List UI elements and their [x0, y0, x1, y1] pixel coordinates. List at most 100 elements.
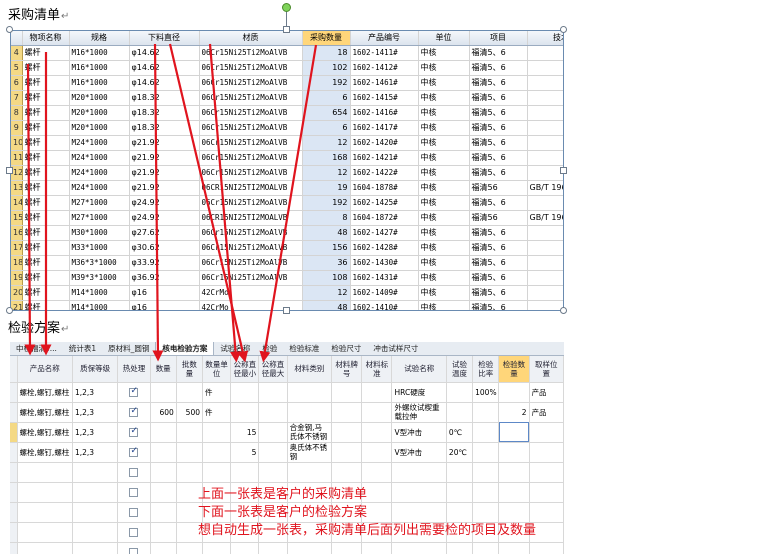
table-cell[interactable] [230, 402, 260, 423]
table-cell[interactable]: M20*1000 [69, 105, 130, 121]
table-cell[interactable] [287, 542, 333, 554]
table-cell[interactable]: 1602-1410# [350, 300, 419, 310]
table-cell[interactable]: 中核 [418, 210, 470, 226]
table-cell[interactable]: 5 [230, 442, 260, 463]
table-cell[interactable] [529, 462, 564, 483]
table-cell[interactable] [331, 442, 363, 463]
table-cell[interactable] [117, 402, 151, 423]
column-header[interactable]: 产品编号 [350, 31, 419, 46]
column-header[interactable]: 公称直径最小 [230, 356, 260, 383]
column-header[interactable]: 热处理 [117, 356, 151, 383]
table-cell[interactable]: 螺杆 [22, 105, 70, 121]
row-number[interactable]: 20 [11, 285, 23, 301]
table-cell[interactable]: 06Cr15Ni25Ti2MoAlVB [199, 120, 303, 136]
table-cell[interactable]: 福清5、6 [469, 270, 528, 286]
table-cell[interactable] [472, 462, 500, 483]
column-header[interactable]: 产品名称 [17, 356, 73, 383]
table-cell[interactable]: φ27.62 [129, 225, 200, 241]
table-cell[interactable]: 螺杆 [22, 240, 70, 256]
table-cell[interactable]: 福清5、6 [469, 120, 528, 136]
table-cell[interactable]: 156 [302, 240, 351, 256]
table-cell[interactable]: M20*1000 [69, 120, 130, 136]
column-header[interactable]: 检验比率 [472, 356, 500, 383]
table-cell[interactable]: V型冲击 [391, 422, 447, 443]
table-cell[interactable] [527, 45, 563, 61]
table-cell[interactable]: 12 [302, 285, 351, 301]
sheet-tab[interactable]: 试验名称 [214, 342, 256, 355]
table-cell[interactable] [391, 542, 447, 554]
table-cell[interactable] [150, 382, 177, 403]
table-cell[interactable]: 06Cr15Ni25Ti2MoAlVB [199, 270, 303, 286]
table-cell[interactable] [527, 135, 563, 151]
table-cell[interactable] [176, 442, 204, 463]
table-cell[interactable] [527, 300, 563, 310]
table-cell[interactable]: 06Cr15Ni25Ti2MoAlVB [199, 225, 303, 241]
table-cell[interactable] [498, 422, 530, 443]
table-cell[interactable] [230, 382, 260, 403]
table-cell[interactable]: 螺栓,螺钉,螺柱 [17, 402, 73, 423]
table-cell[interactable] [258, 442, 288, 463]
column-header[interactable]: 下料直径 [129, 31, 200, 46]
table-cell[interactable] [331, 382, 363, 403]
table-cell[interactable]: 螺杆 [22, 180, 70, 196]
table-cell[interactable] [150, 462, 177, 483]
table-cell[interactable] [527, 105, 563, 121]
table-cell[interactable] [230, 462, 260, 483]
rotate-handle[interactable] [282, 3, 291, 12]
table-cell[interactable]: 中核 [418, 300, 470, 310]
row-number[interactable]: 10 [11, 135, 23, 151]
table-cell[interactable]: M16*1000 [69, 45, 130, 61]
table-cell[interactable]: 中核 [418, 270, 470, 286]
table-cell[interactable]: 06Cr15Ni25Ti2MoAlVB [199, 165, 303, 181]
table-cell[interactable]: φ21.92 [129, 165, 200, 181]
table-cell[interactable]: φ16 [129, 300, 200, 310]
table-cell[interactable] [446, 462, 474, 483]
table-cell[interactable]: 654 [302, 105, 351, 121]
table-cell[interactable]: 1602-1415# [350, 90, 419, 106]
table-cell[interactable]: 1602-1461# [350, 75, 419, 91]
table-cell[interactable]: M36*3*1000 [69, 255, 130, 271]
table-cell[interactable] [202, 442, 232, 463]
table-cell[interactable] [527, 150, 563, 166]
table-cell[interactable]: 20℃ [446, 442, 474, 463]
table-cell[interactable]: 1,2,3 [72, 442, 119, 463]
column-header[interactable]: 材质 [199, 31, 303, 46]
row-number[interactable]: 19 [11, 270, 23, 286]
table-cell[interactable]: 102 [302, 60, 351, 76]
sheet-tab[interactable]: 统计表1 [63, 342, 102, 355]
table-cell[interactable] [527, 195, 563, 211]
table-cell[interactable] [202, 462, 232, 483]
table-cell[interactable] [202, 542, 232, 554]
table-cell[interactable] [150, 482, 177, 503]
table-cell[interactable] [529, 422, 564, 443]
column-header[interactable]: 试验名称 [391, 356, 447, 383]
table-cell[interactable]: 福清5、6 [469, 150, 528, 166]
column-header[interactable]: 材料标准 [361, 356, 393, 383]
table-cell[interactable]: 螺杆 [22, 75, 70, 91]
table-cell[interactable] [17, 542, 73, 554]
column-header[interactable]: 公称直径最大 [258, 356, 288, 383]
table-cell[interactable]: M24*1000 [69, 180, 130, 196]
heat-treatment-checkbox[interactable] [129, 446, 139, 457]
table-cell[interactable]: 06Cr15Ni25Ti2MoAlVB [199, 105, 303, 121]
table-cell[interactable]: 2 [498, 402, 530, 423]
table-cell[interactable]: 06Cr15Ni25Ti2MoAlVB [199, 255, 303, 271]
table-cell[interactable]: 中核 [418, 60, 470, 76]
table-cell[interactable] [527, 90, 563, 106]
row-number[interactable]: 13 [11, 180, 23, 196]
table-cell[interactable]: 中核 [418, 240, 470, 256]
table-cell[interactable] [72, 462, 119, 483]
heat-treatment-checkbox[interactable] [129, 507, 139, 517]
table-cell[interactable]: 件 [202, 402, 232, 423]
table-cell[interactable] [17, 522, 73, 543]
table-cell[interactable]: 1602-1425# [350, 195, 419, 211]
row-number[interactable]: 11 [11, 150, 23, 166]
heat-treatment-checkbox[interactable] [129, 467, 139, 477]
table-cell[interactable] [472, 542, 500, 554]
table-cell[interactable]: 1602-1420# [350, 135, 419, 151]
table-cell[interactable]: 06CR15NI25TI2MOALVB [199, 180, 303, 196]
table-cell[interactable] [361, 402, 393, 423]
table-cell[interactable] [498, 462, 530, 483]
table-cell[interactable] [331, 462, 363, 483]
table-cell[interactable]: 15 [230, 422, 260, 443]
